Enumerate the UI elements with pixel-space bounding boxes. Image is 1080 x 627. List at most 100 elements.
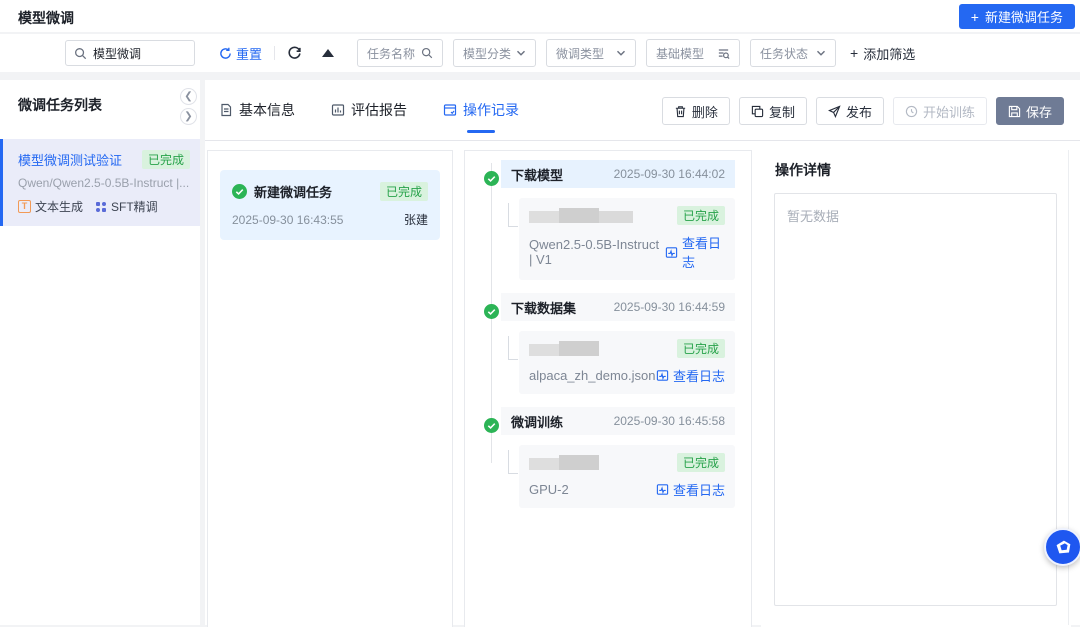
new-finetune-task-button[interactable]: + 新建微调任务	[959, 4, 1075, 29]
step-time: 2025-09-30 16:44:02	[614, 167, 725, 181]
view-log-label: 查看日志	[673, 366, 725, 385]
tree-connector	[508, 450, 518, 474]
history-steps-column: 下载模型 2025-09-30 16:44:02 已完成 Qwen2.5-0.5…	[464, 150, 752, 627]
status-badge: 已完成	[677, 453, 725, 472]
step-title: 微调训练	[511, 412, 563, 431]
tab-operation-history[interactable]: 操作记录	[443, 80, 519, 140]
chevron-left-icon[interactable]: ❮	[180, 88, 197, 105]
step-sub-card[interactable]: 已完成 GPU-2 查看日志	[519, 445, 735, 508]
base-model-placeholder: 基础模型	[656, 45, 704, 62]
tag-label: SFT精调	[111, 198, 158, 215]
tree-connector	[508, 203, 518, 227]
save-button[interactable]: 保存	[996, 97, 1064, 125]
finetune-task-list-panel: 微调任务列表 ❮ ❯ 模型微调测试验证 已完成 Qwen/Qwen2.5-0.5…	[0, 80, 200, 625]
operation-detail-box: 暂无数据	[774, 193, 1057, 606]
panel-collapse-controls: ❮ ❯	[180, 88, 197, 125]
sft-icon	[95, 201, 107, 213]
step-finetune-training: 微调训练 2025-09-30 16:45:58 已完成 GPU-2	[465, 407, 751, 508]
finetune-method-tag: SFT精调	[95, 198, 158, 215]
collapse-filters-icon[interactable]	[322, 49, 334, 57]
check-circle-icon	[232, 184, 247, 199]
task-name: 模型微调测试验证	[18, 150, 122, 169]
check-circle-icon	[484, 171, 499, 186]
step-header[interactable]: 下载数据集 2025-09-30 16:44:59	[501, 293, 735, 321]
plus-icon: +	[850, 46, 858, 60]
search-icon	[74, 47, 87, 60]
redacted-text	[529, 455, 599, 470]
root-event-title: 新建微调任务	[254, 182, 332, 201]
delete-button[interactable]: 删除	[662, 97, 730, 125]
tab-label: 基本信息	[239, 100, 295, 120]
root-event-time: 2025-09-30 16:43:55	[232, 213, 343, 227]
step-detail: GPU-2	[529, 482, 569, 497]
model-category-placeholder: 模型分类	[463, 45, 511, 62]
reset-button[interactable]: 重置	[219, 44, 262, 63]
step-detail: alpaca_zh_demo.json	[529, 368, 655, 383]
document-icon	[219, 103, 233, 117]
operation-detail-title: 操作详情	[775, 160, 1057, 180]
task-name-input[interactable]: 任务名称	[357, 39, 443, 67]
view-log-label: 查看日志	[673, 480, 725, 499]
new-task-button-label: 新建微调任务	[985, 7, 1063, 26]
add-filter-button[interactable]: + 添加筛选	[850, 44, 915, 63]
tab-evaluation-report[interactable]: 评估报告	[331, 80, 407, 140]
action-buttons: 删除 复制 发布 开始训练 保存	[662, 97, 1064, 125]
step-header[interactable]: 下载模型 2025-09-30 16:44:02	[501, 160, 735, 188]
finetune-type-select[interactable]: 微调类型	[546, 39, 636, 67]
finetune-type-placeholder: 微调类型	[556, 45, 604, 62]
copy-button[interactable]: 复制	[739, 97, 807, 125]
text-generation-icon: T	[18, 200, 31, 213]
publish-button[interactable]: 发布	[816, 97, 884, 125]
step-time: 2025-09-30 16:44:59	[614, 300, 725, 314]
base-model-input[interactable]: 基础模型	[646, 39, 740, 67]
search-icon	[421, 47, 433, 59]
save-label: 保存	[1026, 102, 1052, 121]
save-icon	[1008, 105, 1021, 118]
filter-bar: 模型微调 重置 任务名称 模型分类 微调类型	[0, 34, 1080, 72]
tag-label: 文本生成	[35, 198, 83, 215]
divider	[205, 140, 1080, 141]
step-title: 下载数据集	[511, 298, 576, 317]
model-category-select[interactable]: 模型分类	[453, 39, 536, 67]
log-icon	[656, 483, 669, 496]
task-detail-panel: 基本信息 评估报告 操作记录 删除 复制	[205, 80, 1080, 625]
refresh-icon[interactable]	[287, 46, 302, 61]
chevron-right-icon[interactable]: ❯	[180, 108, 197, 125]
operation-detail-column: 操作详情 暂无数据	[761, 150, 1071, 627]
view-log-link[interactable]: 查看日志	[656, 480, 725, 499]
step-sub-card[interactable]: 已完成 alpaca_zh_demo.json 查看日志	[519, 331, 735, 394]
assistant-float-button[interactable]	[1044, 528, 1080, 566]
root-event-operator: 张建	[404, 211, 428, 228]
status-badge: 已完成	[142, 150, 190, 169]
step-detail: Qwen2.5-0.5B-Instruct | V1	[529, 237, 665, 267]
play-circle-icon	[905, 105, 918, 118]
add-filter-label: 添加筛选	[863, 44, 915, 63]
status-badge: 已完成	[677, 206, 725, 225]
chevron-down-icon	[516, 48, 526, 58]
log-icon	[665, 246, 678, 259]
tree-connector	[508, 336, 518, 360]
trash-icon	[674, 105, 687, 118]
empty-placeholder: 暂无数据	[787, 209, 839, 224]
reset-label: 重置	[236, 44, 262, 63]
search-input[interactable]: 模型微调	[65, 40, 195, 66]
delete-label: 删除	[692, 102, 718, 121]
search-value: 模型微调	[93, 45, 141, 62]
step-time: 2025-09-30 16:45:58	[614, 414, 725, 428]
task-status-select[interactable]: 任务状态	[750, 39, 836, 67]
start-training-button[interactable]: 开始训练	[893, 97, 987, 125]
tab-label: 评估报告	[351, 100, 407, 120]
step-header[interactable]: 微调训练 2025-09-30 16:45:58	[501, 407, 735, 435]
task-list-item-selected[interactable]: 模型微调测试验证 已完成 Qwen/Qwen2.5-0.5B-Instruct …	[0, 139, 200, 226]
task-name-placeholder: 任务名称	[367, 45, 415, 62]
root-event-card[interactable]: 新建微调任务 已完成 2025-09-30 16:43:55 张建	[220, 170, 440, 240]
view-log-link[interactable]: 查看日志	[665, 233, 725, 271]
step-sub-card[interactable]: 已完成 Qwen2.5-0.5B-Instruct | V1 查看日志	[519, 198, 735, 280]
reset-icon	[219, 47, 232, 60]
assistant-icon	[1052, 536, 1074, 558]
history-record-icon	[443, 103, 457, 117]
tab-basic-info[interactable]: 基本信息	[219, 80, 295, 140]
status-badge: 已完成	[380, 182, 428, 201]
page-title: 模型微调	[18, 8, 74, 28]
view-log-link[interactable]: 查看日志	[656, 366, 725, 385]
